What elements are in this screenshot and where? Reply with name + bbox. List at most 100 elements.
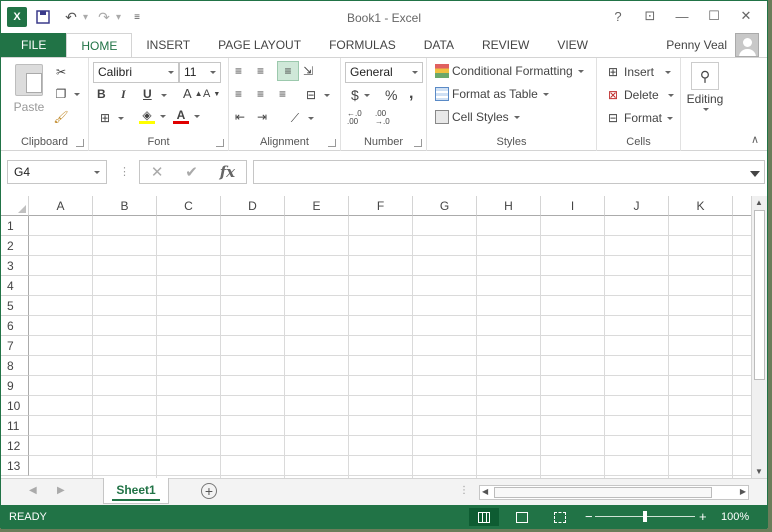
- font-name-select[interactable]: Calibri: [93, 62, 179, 83]
- insert-cells-button[interactable]: ⊞ Insert: [605, 64, 672, 80]
- alignment-launcher-icon[interactable]: [328, 139, 336, 147]
- expand-formula-bar-icon[interactable]: [750, 171, 760, 177]
- name-box[interactable]: G4: [7, 160, 107, 184]
- enter-icon[interactable]: ✔: [185, 163, 198, 181]
- next-sheet-icon[interactable]: ▶: [57, 485, 65, 496]
- tab-review[interactable]: REVIEW: [468, 33, 543, 57]
- cancel-icon[interactable]: ✕: [151, 163, 164, 181]
- user-account[interactable]: Penny Veal: [666, 33, 759, 57]
- zoom-level[interactable]: 100%: [721, 511, 749, 523]
- maximize-button[interactable]: ☐: [699, 5, 729, 27]
- scroll-down-icon[interactable]: ▼: [755, 467, 763, 476]
- new-sheet-icon[interactable]: +: [201, 483, 217, 499]
- close-button[interactable]: ✕: [731, 5, 761, 27]
- column-header[interactable]: K: [669, 196, 733, 216]
- column-header[interactable]: [733, 196, 751, 216]
- vertical-scrollbar[interactable]: ▲ ▼: [751, 196, 767, 478]
- scroll-left-icon[interactable]: ◀: [482, 487, 488, 496]
- tab-formulas[interactable]: FORMULAS: [315, 33, 410, 57]
- tab-home[interactable]: HOME: [66, 33, 133, 57]
- row-header[interactable]: 12: [1, 436, 29, 456]
- column-header[interactable]: H: [477, 196, 541, 216]
- paste-button[interactable]: Paste: [9, 64, 49, 114]
- formula-input[interactable]: [253, 160, 765, 184]
- column-header[interactable]: F: [349, 196, 413, 216]
- row-header[interactable]: 11: [1, 416, 29, 436]
- prev-sheet-icon[interactable]: ◀: [29, 485, 37, 496]
- row-header[interactable]: 7: [1, 336, 29, 356]
- tab-data[interactable]: DATA: [410, 33, 468, 57]
- decrease-font-icon[interactable]: A ▼: [203, 88, 220, 100]
- collapse-ribbon-icon[interactable]: ∧: [751, 133, 759, 146]
- column-header[interactable]: B: [93, 196, 157, 216]
- merge-center-button[interactable]: ⊟: [303, 87, 330, 103]
- orientation-button[interactable]: ⟋: [287, 110, 314, 126]
- ribbon-display-options-button[interactable]: ⊡: [635, 5, 665, 27]
- zoom-out-icon[interactable]: −: [585, 509, 593, 524]
- increase-decimal-icon[interactable]: ←.0 .00: [347, 110, 369, 126]
- align-right-icon[interactable]: ≡: [279, 87, 286, 101]
- column-header[interactable]: C: [157, 196, 221, 216]
- page-break-view-button[interactable]: [545, 508, 575, 526]
- fill-color-button[interactable]: ◈: [139, 108, 166, 124]
- format-as-table-button[interactable]: Format as Table: [435, 87, 549, 101]
- row-header[interactable]: 9: [1, 376, 29, 396]
- scroll-right-icon[interactable]: ▶: [740, 487, 746, 496]
- clipboard-launcher-icon[interactable]: [76, 139, 84, 147]
- borders-button[interactable]: ⊞: [97, 110, 124, 126]
- copy-button[interactable]: ❐: [53, 86, 80, 102]
- row-header[interactable]: 2: [1, 236, 29, 256]
- help-button[interactable]: ?: [603, 5, 633, 27]
- decrease-indent-icon[interactable]: ⇤: [235, 110, 245, 124]
- column-header[interactable]: G: [413, 196, 477, 216]
- underline-button[interactable]: U: [143, 87, 152, 101]
- font-size-select[interactable]: 11: [179, 62, 221, 83]
- font-color-button[interactable]: A: [173, 108, 200, 124]
- column-header[interactable]: D: [221, 196, 285, 216]
- bold-button[interactable]: B: [97, 87, 106, 101]
- percent-button[interactable]: %: [385, 87, 397, 103]
- cell-styles-button[interactable]: Cell Styles: [435, 110, 520, 124]
- align-middle-icon[interactable]: ≡: [257, 64, 264, 78]
- horizontal-scroll-thumb[interactable]: [494, 487, 712, 498]
- row-header[interactable]: 3: [1, 256, 29, 276]
- tab-insert[interactable]: INSERT: [132, 33, 204, 57]
- zoom-slider-thumb[interactable]: [643, 511, 647, 522]
- page-layout-view-button[interactable]: [507, 508, 537, 526]
- align-left-icon[interactable]: ≡: [235, 87, 242, 101]
- row-header[interactable]: 4: [1, 276, 29, 296]
- comma-button[interactable]: ,: [409, 85, 413, 103]
- cut-button[interactable]: ✂: [53, 64, 69, 80]
- increase-indent-icon[interactable]: ⇥: [257, 110, 267, 124]
- sheet-tab[interactable]: Sheet1: [103, 478, 169, 504]
- column-header[interactable]: I: [541, 196, 605, 216]
- row-header[interactable]: 5: [1, 296, 29, 316]
- horizontal-scrollbar[interactable]: ◀ ▶: [479, 485, 749, 500]
- tab-split-handle-icon[interactable]: ⋮: [459, 485, 469, 496]
- cell-area[interactable]: [29, 216, 751, 478]
- tab-file[interactable]: FILE: [1, 33, 67, 57]
- row-header[interactable]: 10: [1, 396, 29, 416]
- align-center-icon[interactable]: ≡: [257, 87, 264, 101]
- underline-dropdown-icon[interactable]: [161, 94, 167, 97]
- minimize-button[interactable]: —: [667, 5, 697, 27]
- select-all-button[interactable]: [1, 196, 29, 216]
- wrap-text-icon[interactable]: ⇲: [303, 64, 313, 78]
- tab-view[interactable]: VIEW: [543, 33, 602, 57]
- column-header[interactable]: A: [29, 196, 93, 216]
- zoom-in-icon[interactable]: +: [699, 509, 707, 524]
- align-bottom-icon[interactable]: ≡: [277, 61, 299, 81]
- tab-page-layout[interactable]: PAGE LAYOUT: [204, 33, 315, 57]
- row-header[interactable]: 6: [1, 316, 29, 336]
- column-header[interactable]: J: [605, 196, 669, 216]
- decrease-decimal-icon[interactable]: .00 →.0: [375, 110, 397, 126]
- format-cells-button[interactable]: ⊟ Format: [605, 110, 674, 126]
- scroll-up-icon[interactable]: ▲: [755, 198, 763, 207]
- avatar[interactable]: [735, 33, 759, 57]
- editing-button[interactable]: ⚲ Editing: [687, 62, 723, 111]
- vertical-scroll-thumb[interactable]: [754, 210, 765, 380]
- delete-cells-button[interactable]: ⊠ Delete: [605, 87, 674, 103]
- italic-button[interactable]: I: [121, 87, 126, 102]
- format-painter-button[interactable]: 🖌: [53, 109, 69, 125]
- row-header[interactable]: 1: [1, 216, 29, 236]
